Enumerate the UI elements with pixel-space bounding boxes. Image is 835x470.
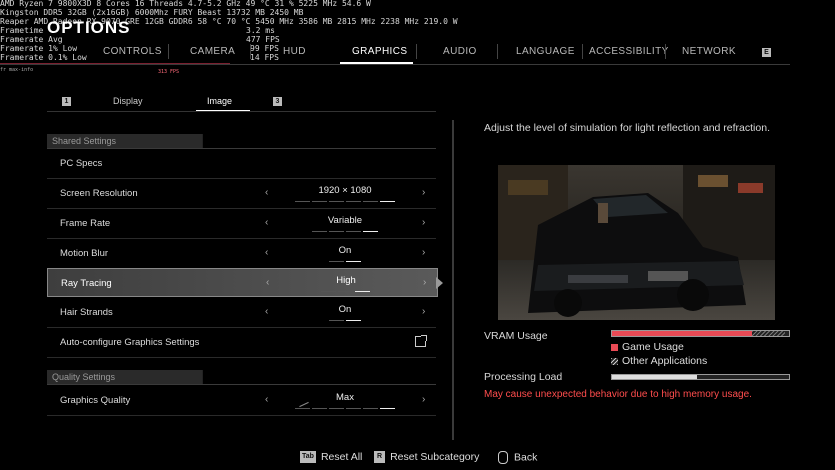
processing-load-label: Processing Load <box>484 371 563 383</box>
setting-auto-configure[interactable]: Auto-configure Graphics Settings <box>47 328 436 358</box>
tab-divider <box>497 44 498 59</box>
tab-divider <box>416 44 417 59</box>
legend-game-usage: Game Usage <box>611 341 684 353</box>
vram-other-fill <box>751 331 786 336</box>
reset-all-button[interactable]: Tab Reset All <box>300 451 362 464</box>
fps-low01-label: Framerate 0.1% Low <box>0 53 87 62</box>
vram-usage-label: VRAM Usage <box>484 330 548 342</box>
fps-low1-label: Framerate 1% Low <box>0 44 78 53</box>
subtab-divider <box>47 111 436 112</box>
tab-divider <box>582 44 583 59</box>
tab-divider <box>168 44 169 59</box>
tab-hud[interactable]: HUD <box>283 46 306 57</box>
vram-game-fill <box>612 331 752 336</box>
setting-value: On <box>338 304 352 315</box>
tab-accessibility[interactable]: ACCESSIBILITY <box>589 46 669 57</box>
setting-motion-blur[interactable]: Motion Blur ‹ On › <box>47 239 436 269</box>
section-divider <box>47 384 436 385</box>
vram-usage-bar <box>611 330 790 337</box>
other-apps-swatch <box>611 357 618 365</box>
ram-stats: Kingston DDR5 32GB (2x16GB) 6000Mhz FURY… <box>0 8 304 17</box>
chevron-right-icon[interactable]: › <box>422 306 425 317</box>
chevron-right-icon[interactable]: › <box>422 187 425 198</box>
setting-label: Hair Strands <box>60 307 113 318</box>
tab-bar-divider <box>0 64 790 65</box>
tab-divider <box>665 44 666 59</box>
mouse-icon <box>498 451 508 464</box>
reset-subcategory-button[interactable]: R Reset Subcategory <box>374 451 479 464</box>
value-steps <box>312 231 380 232</box>
fps-low01-value: 14 FPS <box>250 53 279 62</box>
setting-frame-rate[interactable]: Frame Rate ‹ Variable › <box>47 209 436 239</box>
frametime-value: 3.2 ms <box>246 26 275 35</box>
tab-audio[interactable]: AUDIO <box>443 46 477 57</box>
page-title: OPTIONS <box>47 18 131 37</box>
prev-subtab-key[interactable]: 1 <box>62 95 71 106</box>
external-link-icon[interactable] <box>415 335 427 347</box>
overlay-footnote-right: 313 FPS <box>158 69 180 75</box>
r-key-icon: R <box>374 451 386 464</box>
processing-load-bar <box>611 374 790 380</box>
game-usage-swatch <box>611 343 618 351</box>
tab-divider <box>250 44 251 59</box>
selection-pointer-icon <box>436 277 443 289</box>
value-steps <box>295 408 397 409</box>
setting-value: 1920 × 1080 <box>318 185 372 196</box>
setting-label: Motion Blur <box>60 248 109 259</box>
tab-camera[interactable]: CAMERA <box>190 46 235 57</box>
setting-value: Max <box>336 392 354 403</box>
back-button[interactable]: Back <box>498 451 537 464</box>
overlay-footnote-left: fr max-info <box>0 67 34 73</box>
subtab-display[interactable]: Display <box>113 96 143 106</box>
setting-label: PC Specs <box>60 158 103 169</box>
value-steps <box>329 320 363 321</box>
setting-value: On <box>338 245 352 256</box>
chevron-right-icon[interactable]: › <box>423 277 426 288</box>
value-steps <box>295 201 397 202</box>
setting-label: Ray Tracing <box>61 278 112 289</box>
setting-pc-specs[interactable]: PC Specs <box>47 149 436 179</box>
setting-description: Adjust the level of simulation for light… <box>484 122 770 134</box>
setting-screen-resolution[interactable]: Screen Resolution ‹ 1920 × 1080 › <box>47 179 436 209</box>
setting-value: Variable <box>327 215 363 226</box>
tab-language[interactable]: LANGUAGE <box>516 46 575 57</box>
preview-image <box>498 165 775 320</box>
cpu-stats: AMD Ryzen 7 9800X3D 8 Cores 16 Threads 4… <box>0 0 371 8</box>
scrollbar[interactable] <box>452 120 454 440</box>
section-header-quality: Quality Settings <box>47 370 436 384</box>
processing-load-fill <box>612 375 697 379</box>
fps-avg-value: 477 FPS <box>246 35 280 44</box>
tab-controls[interactable]: CONTROLS <box>103 46 162 57</box>
setting-label: Frame Rate <box>60 218 111 229</box>
fps-low1-value: 99 FPS <box>250 44 279 53</box>
tab-network[interactable]: NETWORK <box>682 46 736 57</box>
setting-label: Auto-configure Graphics Settings <box>60 337 200 348</box>
value-steps <box>321 291 372 292</box>
section-header-shared: Shared Settings <box>47 134 436 148</box>
tab-graphics[interactable]: GRAPHICS <box>352 46 407 57</box>
setting-ray-tracing[interactable]: Ray Tracing ‹ High › <box>47 268 438 297</box>
chevron-right-icon[interactable]: › <box>422 394 425 405</box>
next-subtab-key[interactable]: 3 <box>273 95 282 106</box>
setting-label: Graphics Quality <box>60 395 131 406</box>
frametime-label: Frametime <box>0 26 44 35</box>
setting-label: Screen Resolution <box>60 188 138 199</box>
setting-hair-strands[interactable]: Hair Strands ‹ On › <box>47 298 436 328</box>
value-steps <box>329 261 363 262</box>
subtab-image[interactable]: Image <box>207 96 232 106</box>
setting-graphics-quality[interactable]: Graphics Quality ‹ Max › <box>47 386 436 416</box>
chevron-right-icon[interactable]: › <box>422 217 425 228</box>
next-tab-key[interactable]: E <box>762 46 771 57</box>
legend-other-applications: Other Applications <box>611 355 707 367</box>
tab-key-icon: Tab <box>300 451 316 464</box>
memory-warning: May cause unexpected behavior due to hig… <box>484 389 752 400</box>
chevron-right-icon[interactable]: › <box>422 247 425 258</box>
setting-value: High <box>336 275 356 286</box>
